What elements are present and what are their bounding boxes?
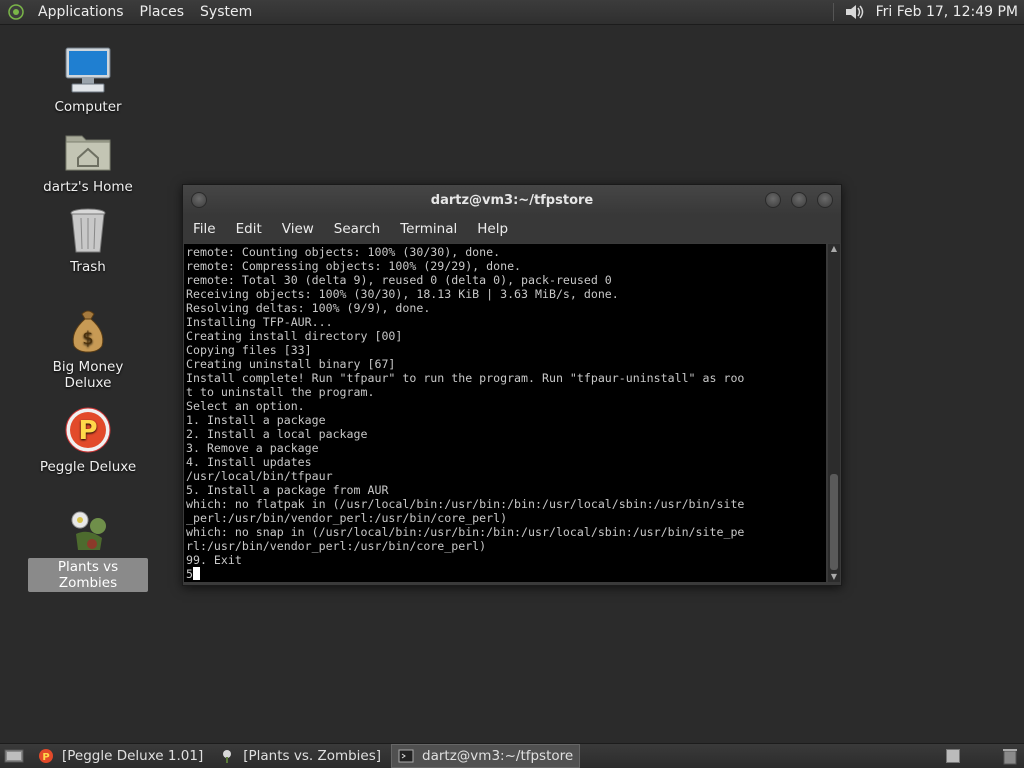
taskbar-item-label: dartz@vm3:~/tfpstore <box>422 748 574 764</box>
window-titlebar[interactable]: dartz@vm3:~/tfpstore <box>183 185 841 215</box>
taskbar-item-label: [Plants vs. Zombies] <box>243 748 382 764</box>
terminal-window[interactable]: dartz@vm3:~/tfpstore File Edit View Sear… <box>182 184 842 586</box>
plants-task-icon <box>223 750 232 763</box>
desktop-icon-computer[interactable]: Computer <box>28 44 148 116</box>
window-menu-button[interactable] <box>191 192 207 208</box>
desktop-icon-home[interactable]: dartz's Home <box>28 124 148 196</box>
terminal-scrollbar[interactable]: ▲ ▼ <box>828 244 840 582</box>
desktop-icon-label: Computer <box>54 99 122 115</box>
terminal-output-area[interactable]: remote: Counting objects: 100% (30/30), … <box>184 244 826 582</box>
maximize-button[interactable] <box>791 192 807 208</box>
applications-menu[interactable]: Applications <box>30 4 132 20</box>
menu-file[interactable]: File <box>183 221 226 237</box>
menu-terminal[interactable]: Terminal <box>390 221 467 237</box>
scroll-down-arrow-icon[interactable]: ▼ <box>829 572 839 582</box>
terminal-input[interactable]: 5 <box>186 567 193 581</box>
terminal-task-icon <box>398 749 414 763</box>
menu-edit[interactable]: Edit <box>226 221 272 237</box>
close-button[interactable] <box>817 192 833 208</box>
desktop-icon-big-money[interactable]: $ Big Money Deluxe <box>28 304 148 392</box>
taskbar-item-terminal[interactable]: dartz@vm3:~/tfpstore <box>391 744 581 768</box>
menu-view[interactable]: View <box>272 221 324 237</box>
top-panel: Applications Places System Fri Feb 17, 1… <box>0 0 1024 25</box>
workspace-switcher[interactable] <box>946 749 960 763</box>
home-folder-icon <box>65 135 111 171</box>
terminal-menubar: File Edit View Search Terminal Help <box>183 215 841 243</box>
panel-separator <box>832 3 834 21</box>
clock[interactable]: Fri Feb 17, 12:49 PM <box>876 4 1018 20</box>
peggle-task-icon: P <box>39 749 53 763</box>
plants-icon <box>71 511 106 550</box>
desktop-icon-label: Peggle Deluxe <box>39 459 137 475</box>
money-bag-icon: $ <box>72 310 104 353</box>
menu-search[interactable]: Search <box>324 221 390 237</box>
trash-applet-icon[interactable] <box>1002 747 1018 765</box>
svg-text:$: $ <box>82 328 93 349</box>
scroll-thumb[interactable] <box>830 474 838 570</box>
computer-icon <box>65 47 111 93</box>
desktop-icon-peggle[interactable]: P Peggle Deluxe <box>28 404 148 476</box>
desktop-icon-plants[interactable]: Plants vs Zombies <box>28 504 148 592</box>
volume-icon[interactable] <box>844 2 866 22</box>
scroll-up-arrow-icon[interactable]: ▲ <box>829 244 839 254</box>
system-menu[interactable]: System <box>192 4 260 20</box>
desktop-icon-label: Big Money Deluxe <box>52 359 124 391</box>
minimize-button[interactable] <box>765 192 781 208</box>
text-cursor <box>192 567 200 580</box>
distro-logo-icon[interactable] <box>8 4 24 20</box>
desktop-icon-trash[interactable]: Trash <box>28 204 148 276</box>
terminal-output: remote: Counting objects: 100% (30/30), … <box>186 245 745 567</box>
desktop-icon-label: Trash <box>70 259 106 275</box>
bottom-panel: P [Peggle Deluxe 1.01] [Plants vs. Zombi… <box>0 743 1024 768</box>
terminal-text: remote: Counting objects: 100% (30/30), … <box>184 244 826 582</box>
desktop-icon-label: dartz's Home <box>43 179 133 195</box>
taskbar-item-plants[interactable]: [Plants vs. Zombies] <box>213 745 387 767</box>
window-title: dartz@vm3:~/tfpstore <box>430 192 594 208</box>
svg-text:P: P <box>42 752 49 763</box>
peggle-icon: P <box>65 407 111 453</box>
taskbar-item-label: [Peggle Deluxe 1.01] <box>62 748 204 764</box>
trash-icon <box>70 208 106 253</box>
desktop-icon-label: Plants vs Zombies <box>28 558 148 592</box>
places-menu[interactable]: Places <box>132 4 193 20</box>
menu-help[interactable]: Help <box>467 221 518 237</box>
show-desktop-icon[interactable] <box>4 748 24 764</box>
taskbar-item-peggle[interactable]: P [Peggle Deluxe 1.01] <box>32 745 209 767</box>
svg-text:P: P <box>78 416 97 446</box>
